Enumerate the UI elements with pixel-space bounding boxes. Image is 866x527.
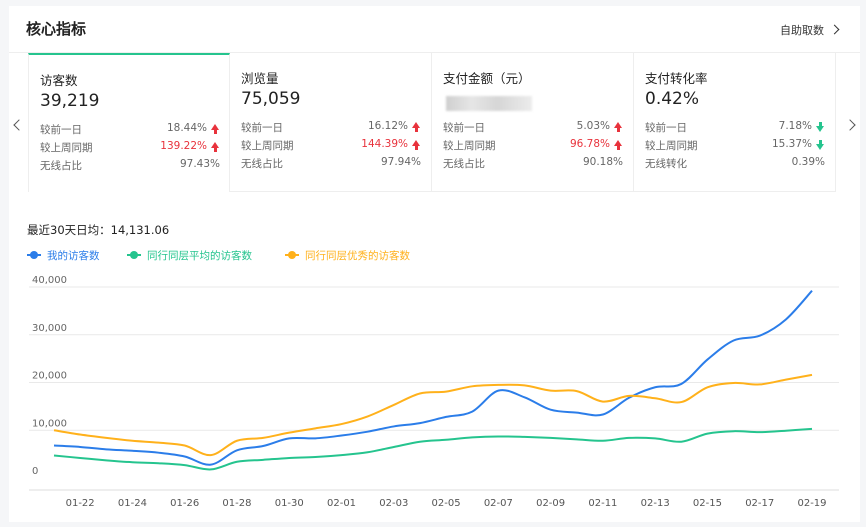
compare-label: 较上周同期 bbox=[645, 140, 698, 152]
compare-label: 较上周同期 bbox=[241, 140, 294, 152]
arrow-up-icon bbox=[614, 122, 623, 133]
arrow-down-icon bbox=[816, 140, 825, 151]
metric-compare-row: 较前一日 18.44% bbox=[40, 122, 221, 138]
compare-value: 16.12% bbox=[367, 120, 408, 132]
x-tick-label: 02-01 bbox=[327, 498, 356, 509]
legend-marker-icon bbox=[127, 251, 141, 259]
series-line bbox=[53, 427, 813, 471]
metric-value: 75,059 bbox=[241, 89, 301, 109]
compare-value: 144.39% bbox=[361, 138, 408, 150]
self-service-data-label: 自助取数 bbox=[780, 24, 824, 37]
legend-label: 我的访客数 bbox=[47, 250, 100, 262]
metric-compare-row: 较前一日 7.18% bbox=[645, 120, 826, 136]
metric-card[interactable]: 访客数 39,219 较前一日 18.44% 较上周同期 139.22% 无线占比 97.43… bbox=[28, 53, 230, 192]
metric-name: 支付金额（元） bbox=[443, 71, 531, 86]
compare-label: 无线占比 bbox=[40, 160, 82, 172]
arrow-up-icon bbox=[412, 140, 421, 151]
x-tick-label: 01-22 bbox=[66, 498, 95, 509]
arrow-up-icon bbox=[412, 122, 421, 133]
legend-label: 同行同层平均的访客数 bbox=[147, 250, 252, 262]
x-tick-label: 02-17 bbox=[745, 498, 774, 509]
legend-marker-icon bbox=[27, 251, 41, 259]
metric-value: 0.42% bbox=[645, 89, 700, 109]
x-tick-label: 02-13 bbox=[641, 498, 670, 509]
compare-value: 139.22% bbox=[160, 140, 207, 152]
visitor-trend-chart: 0 10,000 20,000 30,000 40,000 01-22 01-24 01-26… bbox=[29, 275, 839, 509]
metric-card[interactable]: 支付转化率 0.42% 较前一日 7.18% 较上周同期 15.37% 无线转化 0.39% bbox=[634, 53, 836, 192]
x-tick-label: 02-05 bbox=[432, 498, 461, 509]
metric-value: 39,219 bbox=[40, 91, 100, 111]
chevron-right-icon bbox=[829, 24, 840, 35]
core-metrics-panel: 核心指标 自助取数 访客数 39,219 较前一日 18.44% 较上周同期 139.22… bbox=[9, 6, 860, 522]
compare-label: 无线占比 bbox=[241, 158, 283, 170]
compare-value: 97.94% bbox=[380, 156, 421, 168]
x-tick-label: 02-03 bbox=[379, 498, 408, 509]
metric-compare-row: 无线转化 0.39% bbox=[645, 156, 826, 172]
chevron-left-icon bbox=[13, 119, 25, 131]
y-tick-label: 30,000 bbox=[32, 323, 67, 334]
metric-card[interactable]: 支付金额（元） 较前一日 5.03% 较上周同期 96.78% 无线占比 90.18% bbox=[432, 53, 634, 192]
metric-cards: 访客数 39,219 较前一日 18.44% 较上周同期 139.22% 无线占比 97.43… bbox=[28, 53, 836, 193]
compare-value: 97.43% bbox=[179, 158, 220, 170]
compare-value: 0.39% bbox=[791, 156, 825, 168]
compare-label: 无线转化 bbox=[645, 158, 687, 170]
arrow-up-icon bbox=[211, 124, 220, 135]
compare-value: 96.78% bbox=[569, 138, 610, 150]
chevron-right-icon bbox=[844, 119, 856, 131]
arrow-up-icon bbox=[211, 142, 220, 153]
self-service-data-link[interactable]: 自助取数 bbox=[780, 22, 840, 38]
y-tick-label: 10,000 bbox=[32, 418, 67, 429]
metric-name: 浏览量 bbox=[241, 71, 279, 86]
compare-label: 较上周同期 bbox=[443, 140, 496, 152]
x-tick-label: 01-28 bbox=[222, 498, 251, 509]
legend-marker-icon bbox=[285, 251, 299, 259]
compare-value: 15.37% bbox=[771, 138, 812, 150]
metric-compare-row: 无线占比 90.18% bbox=[443, 156, 624, 172]
metric-card[interactable]: 浏览量 75,059 较前一日 16.12% 较上周同期 144.39% 无线占比 97.94… bbox=[230, 53, 432, 192]
compare-label: 无线占比 bbox=[443, 158, 485, 170]
compare-label: 较前一日 bbox=[645, 122, 687, 134]
compare-label: 较前一日 bbox=[40, 124, 82, 136]
x-tick-label: 02-09 bbox=[536, 498, 565, 509]
x-tick-label: 02-11 bbox=[588, 498, 617, 509]
prev-cards-button[interactable] bbox=[10, 116, 26, 136]
x-tick-label: 01-24 bbox=[118, 498, 147, 509]
compare-value: 5.03% bbox=[576, 120, 610, 132]
legend-label: 同行同层优秀的访客数 bbox=[305, 250, 410, 262]
x-tick-label: 02-07 bbox=[484, 498, 513, 509]
y-tick-label: 40,000 bbox=[32, 275, 67, 286]
compare-label: 较前一日 bbox=[241, 122, 283, 134]
metric-compare-row: 较上周同期 96.78% bbox=[443, 138, 624, 154]
arrow-up-icon bbox=[614, 140, 623, 151]
compare-value: 7.18% bbox=[778, 120, 812, 132]
metric-name: 访客数 bbox=[40, 73, 78, 88]
next-cards-button[interactable] bbox=[844, 116, 860, 136]
metric-compare-row: 较上周同期 15.37% bbox=[645, 138, 826, 154]
x-tick-label: 02-19 bbox=[797, 498, 826, 509]
metric-compare-row: 较前一日 5.03% bbox=[443, 120, 624, 136]
thirty-day-average: 最近30天日均：14,131.06 bbox=[27, 223, 170, 237]
metric-compare-row: 较前一日 16.12% bbox=[241, 120, 422, 136]
series-line bbox=[53, 290, 813, 466]
compare-value: 90.18% bbox=[582, 156, 623, 168]
compare-value: 18.44% bbox=[166, 122, 207, 134]
x-tick-label: 01-30 bbox=[275, 498, 304, 509]
series-line bbox=[53, 373, 813, 457]
compare-label: 较上周同期 bbox=[40, 142, 93, 154]
metric-compare-row: 较上周同期 144.39% bbox=[241, 138, 422, 154]
y-tick-label: 0 bbox=[32, 466, 38, 477]
x-tick-label: 01-26 bbox=[170, 498, 199, 509]
y-tick-label: 20,000 bbox=[32, 371, 67, 382]
metric-compare-row: 无线占比 97.43% bbox=[40, 158, 221, 174]
arrow-down-icon bbox=[816, 122, 825, 133]
metric-compare-row: 无线占比 97.94% bbox=[241, 156, 422, 172]
panel-title: 核心指标 bbox=[26, 20, 87, 38]
panel-header: 核心指标 自助取数 bbox=[9, 6, 860, 53]
metric-compare-row: 较上周同期 139.22% bbox=[40, 140, 221, 156]
masked-value bbox=[446, 96, 532, 111]
compare-label: 较前一日 bbox=[443, 122, 485, 134]
x-tick-label: 02-15 bbox=[693, 498, 722, 509]
metric-name: 支付转化率 bbox=[645, 71, 708, 86]
